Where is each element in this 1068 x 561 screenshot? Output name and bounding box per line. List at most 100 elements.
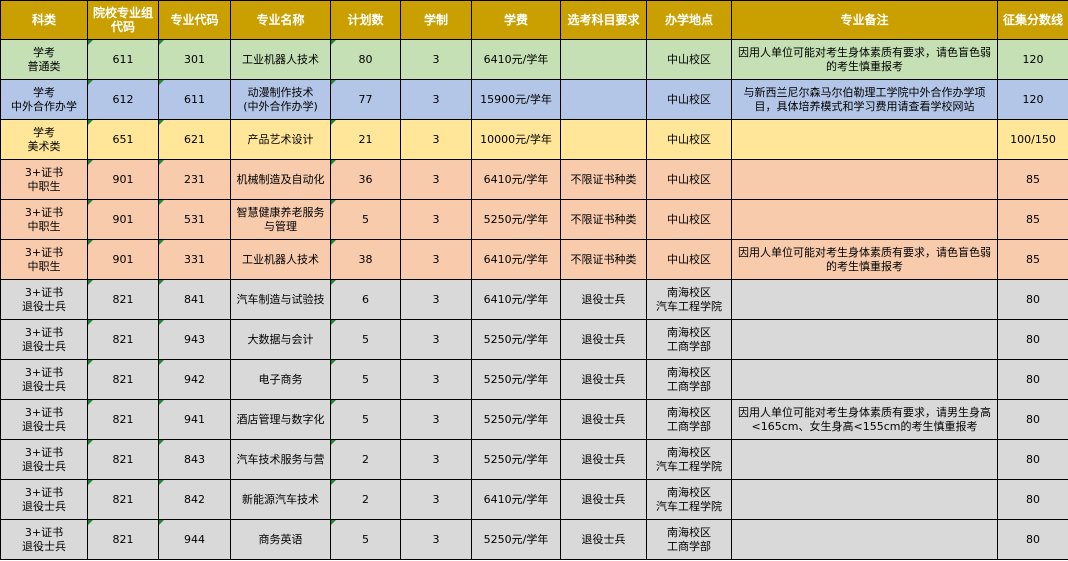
major-code-cell[interactable]: 331	[158, 239, 231, 280]
tuition-cell[interactable]: 6410元/学年	[471, 39, 561, 80]
tuition-cell[interactable]: 5250元/学年	[471, 439, 561, 480]
major-code-cell[interactable]: 621	[158, 119, 231, 160]
header-campus[interactable]: 办学地点	[646, 0, 732, 40]
major-name-cell[interactable]: 商务英语	[230, 519, 331, 560]
subject-req-cell[interactable]: 不限证书种类	[560, 199, 647, 240]
years-cell[interactable]: 3	[400, 279, 472, 320]
group-code-cell[interactable]: 821	[87, 479, 159, 520]
years-cell[interactable]: 3	[400, 159, 472, 200]
campus-cell[interactable]: 中山校区	[646, 159, 732, 200]
major-code-cell[interactable]: 611	[158, 79, 231, 120]
category-cell[interactable]: 3+证书 中职生	[0, 199, 88, 240]
campus-cell[interactable]: 南海校区 汽车工程学院	[646, 439, 732, 480]
major-code-cell[interactable]: 301	[158, 39, 231, 80]
plan-cell[interactable]: 80	[330, 39, 401, 80]
group-code-cell[interactable]: 611	[87, 39, 159, 80]
note-cell[interactable]	[731, 359, 998, 400]
tuition-cell[interactable]: 5250元/学年	[471, 199, 561, 240]
subject-req-cell[interactable]: 退役士兵	[560, 439, 647, 480]
note-cell[interactable]	[731, 479, 998, 520]
plan-cell[interactable]: 77	[330, 79, 401, 120]
years-cell[interactable]: 3	[400, 519, 472, 560]
campus-cell[interactable]: 中山校区	[646, 39, 732, 80]
campus-cell[interactable]: 南海校区 工商学部	[646, 519, 732, 560]
group-code-cell[interactable]: 901	[87, 159, 159, 200]
score-cell[interactable]: 80	[997, 519, 1068, 560]
subject-req-cell[interactable]	[560, 79, 647, 120]
plan-cell[interactable]: 5	[330, 399, 401, 440]
plan-cell[interactable]: 5	[330, 359, 401, 400]
header-score[interactable]: 征集分数线	[997, 0, 1068, 40]
campus-cell[interactable]: 南海校区 工商学部	[646, 359, 732, 400]
major-name-cell[interactable]: 产品艺术设计	[230, 119, 331, 160]
major-code-cell[interactable]: 231	[158, 159, 231, 200]
plan-cell[interactable]: 2	[330, 479, 401, 520]
category-cell[interactable]: 3+证书 退役士兵	[0, 439, 88, 480]
note-cell[interactable]	[731, 319, 998, 360]
category-cell[interactable]: 学考 中外合作办学	[0, 79, 88, 120]
major-code-cell[interactable]: 941	[158, 399, 231, 440]
plan-cell[interactable]: 36	[330, 159, 401, 200]
note-cell[interactable]: 因用人单位可能对考生身体素质有要求，请色盲色弱的考生慎重报考	[731, 39, 998, 80]
plan-cell[interactable]: 5	[330, 519, 401, 560]
subject-req-cell[interactable]	[560, 39, 647, 80]
score-cell[interactable]: 120	[997, 79, 1068, 120]
group-code-cell[interactable]: 821	[87, 279, 159, 320]
years-cell[interactable]: 3	[400, 119, 472, 160]
major-name-cell[interactable]: 工业机器人技术	[230, 39, 331, 80]
major-name-cell[interactable]: 电子商务	[230, 359, 331, 400]
major-code-cell[interactable]: 842	[158, 479, 231, 520]
header-major-name[interactable]: 专业名称	[230, 0, 331, 40]
campus-cell[interactable]: 中山校区	[646, 239, 732, 280]
plan-cell[interactable]: 38	[330, 239, 401, 280]
group-code-cell[interactable]: 821	[87, 439, 159, 480]
subject-req-cell[interactable]	[560, 119, 647, 160]
header-category[interactable]: 科类	[0, 0, 88, 40]
years-cell[interactable]: 3	[400, 39, 472, 80]
major-code-cell[interactable]: 841	[158, 279, 231, 320]
note-cell[interactable]: 因用人单位可能对考生身体素质有要求，请男生身高<165cm、女生身高<155cm…	[731, 399, 998, 440]
header-group-code[interactable]: 院校专业组代码	[87, 0, 159, 40]
major-name-cell[interactable]: 酒店管理与数字化	[230, 399, 331, 440]
category-cell[interactable]: 3+证书 退役士兵	[0, 519, 88, 560]
tuition-cell[interactable]: 5250元/学年	[471, 359, 561, 400]
major-code-cell[interactable]: 942	[158, 359, 231, 400]
years-cell[interactable]: 3	[400, 359, 472, 400]
note-cell[interactable]	[731, 279, 998, 320]
subject-req-cell[interactable]: 不限证书种类	[560, 239, 647, 280]
subject-req-cell[interactable]: 退役士兵	[560, 399, 647, 440]
tuition-cell[interactable]: 6410元/学年	[471, 479, 561, 520]
group-code-cell[interactable]: 901	[87, 239, 159, 280]
score-cell[interactable]: 80	[997, 359, 1068, 400]
major-name-cell[interactable]: 大数据与会计	[230, 319, 331, 360]
campus-cell[interactable]: 南海校区 工商学部	[646, 319, 732, 360]
group-code-cell[interactable]: 821	[87, 319, 159, 360]
years-cell[interactable]: 3	[400, 479, 472, 520]
tuition-cell[interactable]: 5250元/学年	[471, 319, 561, 360]
years-cell[interactable]: 3	[400, 319, 472, 360]
group-code-cell[interactable]: 821	[87, 399, 159, 440]
category-cell[interactable]: 学考 美术类	[0, 119, 88, 160]
plan-cell[interactable]: 21	[330, 119, 401, 160]
major-name-cell[interactable]: 工业机器人技术	[230, 239, 331, 280]
subject-req-cell[interactable]: 退役士兵	[560, 479, 647, 520]
category-cell[interactable]: 3+证书 退役士兵	[0, 479, 88, 520]
category-cell[interactable]: 学考 普通类	[0, 39, 88, 80]
subject-req-cell[interactable]: 退役士兵	[560, 359, 647, 400]
category-cell[interactable]: 3+证书 退役士兵	[0, 319, 88, 360]
campus-cell[interactable]: 中山校区	[646, 79, 732, 120]
tuition-cell[interactable]: 6410元/学年	[471, 239, 561, 280]
major-name-cell[interactable]: 机械制造及自动化	[230, 159, 331, 200]
tuition-cell[interactable]: 15900元/学年	[471, 79, 561, 120]
score-cell[interactable]: 85	[997, 159, 1068, 200]
plan-cell[interactable]: 6	[330, 279, 401, 320]
score-cell[interactable]: 80	[997, 479, 1068, 520]
group-code-cell[interactable]: 821	[87, 359, 159, 400]
note-cell[interactable]: 与新西兰尼尔森马尔伯勒理工学院中外合作办学项目，具体培养模式和学习费用请查看学校…	[731, 79, 998, 120]
tuition-cell[interactable]: 6410元/学年	[471, 159, 561, 200]
note-cell[interactable]	[731, 439, 998, 480]
major-name-cell[interactable]: 汽车制造与试验技	[230, 279, 331, 320]
note-cell[interactable]	[731, 199, 998, 240]
campus-cell[interactable]: 南海校区 汽车工程学院	[646, 479, 732, 520]
header-plan[interactable]: 计划数	[330, 0, 401, 40]
